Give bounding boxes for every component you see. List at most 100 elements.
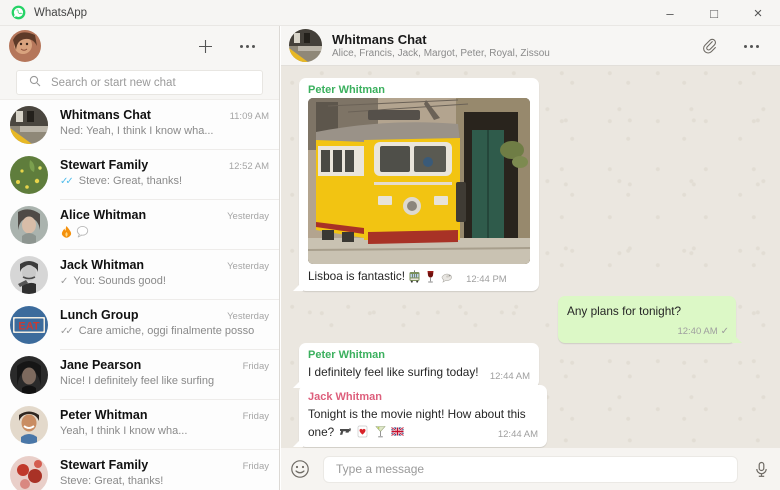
- chat-preview: ✓✓ Care amiche, oggi finalmente posso: [60, 325, 255, 337]
- chat-header: Whitmans Chat Alice, Francis, Jack, Marg…: [281, 26, 780, 66]
- chat-name: Jane Pearson: [60, 358, 142, 372]
- avatar-stewart-family-2: [10, 456, 48, 490]
- chat-preview: Ned: Yeah, I think I know wha...: [60, 125, 214, 137]
- chat-wallpaper: Peter Whitman Lisboa is fantastic! 12:44…: [281, 66, 780, 448]
- avatar-stewart-family: [10, 156, 48, 194]
- chat-preview: ✓ You: Sounds good!: [60, 275, 166, 287]
- whatsapp-window: WhatsApp – □ × Search or start new chat …: [0, 0, 780, 490]
- avatar-whitmans-chat: [10, 106, 48, 144]
- message-time: 12:44 AM: [489, 371, 530, 382]
- microphone-icon: [755, 461, 767, 477]
- message-text: I definitely feel like surfing today!: [308, 365, 479, 379]
- message-sender: Peter Whitman: [308, 349, 386, 361]
- chat-preview: Nice! I definitely feel like surfing: [60, 375, 215, 387]
- emoji-picker-button[interactable]: [281, 459, 319, 479]
- message-bubble-surfing[interactable]: Peter Whitman 12:44 AM I definitely feel…: [299, 343, 539, 388]
- message-bubble-movie-night[interactable]: Jack Whitman Tonight is the movie night!…: [299, 385, 547, 447]
- message-sender: Jack Whitman: [308, 391, 382, 403]
- chat-row-stewart-family-2[interactable]: Stewart Family Friday Steve: Great, thank…: [0, 450, 279, 490]
- message-time: 12:44 AM: [497, 429, 538, 440]
- avatar-alice-whitman: [10, 206, 48, 244]
- paperclip-icon: [703, 38, 716, 54]
- search-box[interactable]: [16, 70, 263, 95]
- chat-row-peter-whitman[interactable]: Peter Whitman Friday Yeah, I think I know…: [0, 400, 279, 450]
- sidebar-menu-button[interactable]: [229, 26, 265, 66]
- search-input[interactable]: [51, 76, 231, 89]
- chat-row-main: Lunch Group Yesterday ✓✓ Care amiche, oggi…: [60, 300, 279, 350]
- chat-name: Jack Whitman: [60, 258, 145, 272]
- chat-row-main: Jane Pearson Friday Nice! I definitely fe…: [60, 350, 279, 400]
- chat-row-main: Alice Whitman Yesterday: [60, 200, 279, 250]
- message-caption: Lisboa is fantastic! 12:44 PM: [308, 268, 507, 285]
- chat-row-main: Stewart Family 12:52 AM ✓✓ Steve: Great, t…: [60, 150, 279, 200]
- search-section: [0, 66, 279, 100]
- ellipsis-horizontal-icon: [743, 44, 759, 48]
- group-avatar[interactable]: [289, 29, 322, 62]
- chat-time: Yesterday: [227, 311, 269, 322]
- sidebar-header: [0, 26, 279, 66]
- chat-row-jane-pearson[interactable]: Jane Pearson Friday Nice! I definitely fe…: [0, 350, 279, 400]
- cocktail-emoji: [374, 425, 387, 438]
- chat-row-whitmans-chat[interactable]: Whitmans Chat 11:09 AM Ned: Yeah, I think…: [0, 100, 279, 150]
- chat-time: 11:09 AM: [229, 111, 269, 122]
- whatsapp-logo-icon: [11, 5, 26, 20]
- app-title: WhatsApp: [34, 6, 88, 19]
- delivered-ticks-icon: ✓✓: [60, 325, 74, 337]
- chat-name: Stewart Family: [60, 158, 149, 172]
- chat-preview: Yeah, I think I know wha...: [60, 425, 188, 437]
- read-ticks-icon: ✓✓: [60, 175, 74, 187]
- avatar-jack-whitman: [10, 256, 48, 294]
- message-text: Any plans for tonight?: [567, 304, 682, 318]
- chat-header-info[interactable]: Whitmans Chat Alice, Francis, Jack, Marg…: [332, 32, 550, 59]
- message-bubble-photo[interactable]: Peter Whitman Lisboa is fantastic! 12:44…: [299, 78, 539, 291]
- chat-row-main: Peter Whitman Friday Yeah, I think I know…: [60, 400, 279, 450]
- title-bar: WhatsApp – □ ×: [0, 0, 780, 26]
- chat-time: 12:52 AM: [228, 161, 269, 172]
- tram-emoji: [408, 270, 421, 283]
- chat-time: Friday: [242, 411, 269, 422]
- fire-emoji: [60, 225, 73, 238]
- chat-list: Whitmans Chat 11:09 AM Ned: Yeah, I think…: [0, 100, 279, 490]
- message-input-box[interactable]: [323, 455, 738, 483]
- sent-tick-icon: ✓: [720, 326, 730, 337]
- dove-emoji: [440, 270, 453, 283]
- chat-menu-button[interactable]: [732, 26, 770, 66]
- message-sender: Peter Whitman: [308, 84, 386, 96]
- chat-row-lunch-group[interactable]: EAT Lunch Group Yesterday ✓✓ Care amiche, …: [0, 300, 279, 350]
- message-time: 12:44 PM: [466, 274, 507, 285]
- maximize-button[interactable]: □: [692, 0, 736, 26]
- chat-row-alice-whitman[interactable]: Alice Whitman Yesterday: [0, 200, 279, 250]
- message-photo-tram[interactable]: [308, 98, 530, 264]
- chat-time: Friday: [242, 461, 269, 472]
- avatar-peter-whitman: [10, 406, 48, 444]
- chat-name: Lunch Group: [60, 308, 139, 322]
- heart-card-emoji: [356, 425, 369, 438]
- message-input[interactable]: [336, 462, 725, 476]
- chat-name: Whitmans Chat: [60, 108, 151, 122]
- chat-row-main: Stewart Family Friday Steve: Great, thank…: [60, 450, 279, 490]
- message-bubble-outgoing[interactable]: Any plans for tonight? 12:40 AM ✓: [558, 296, 736, 343]
- chat-row-main: Jack Whitman Yesterday ✓ You: Sounds good!: [60, 250, 279, 300]
- chat-row-jack-whitman[interactable]: Jack Whitman Yesterday ✓ You: Sounds good!: [0, 250, 279, 300]
- chat-panel: Whitmans Chat Alice, Francis, Jack, Marg…: [281, 26, 780, 490]
- chat-row-main: Whitmans Chat 11:09 AM Ned: Yeah, I think…: [60, 100, 279, 150]
- my-profile-avatar[interactable]: [9, 30, 41, 62]
- ellipsis-horizontal-icon: [239, 44, 255, 48]
- attach-button[interactable]: [690, 26, 728, 66]
- smiley-icon: [291, 460, 309, 478]
- chat-time: Yesterday: [227, 261, 269, 272]
- voice-message-button[interactable]: [742, 461, 780, 478]
- minimize-button[interactable]: –: [648, 0, 692, 26]
- chat-row-stewart-family[interactable]: Stewart Family 12:52 AM ✓✓ Steve: Great, t…: [0, 150, 279, 200]
- chat-preview: ✓✓ Steve: Great, thanks!: [60, 175, 183, 187]
- svg-text:EAT: EAT: [18, 321, 39, 333]
- close-button[interactable]: ×: [736, 0, 780, 26]
- chat-members: Alice, Francis, Jack, Margot, Peter, Roy…: [332, 48, 550, 59]
- avatar-jane-pearson: [10, 356, 48, 394]
- sent-tick-icon: ✓: [60, 275, 69, 287]
- new-chat-button[interactable]: [187, 26, 223, 66]
- chat-title: Whitmans Chat: [332, 32, 427, 47]
- avatar-lunch-group: EAT: [10, 306, 48, 344]
- chat-name: Peter Whitman: [60, 408, 148, 422]
- chat-name: Alice Whitman: [60, 208, 147, 222]
